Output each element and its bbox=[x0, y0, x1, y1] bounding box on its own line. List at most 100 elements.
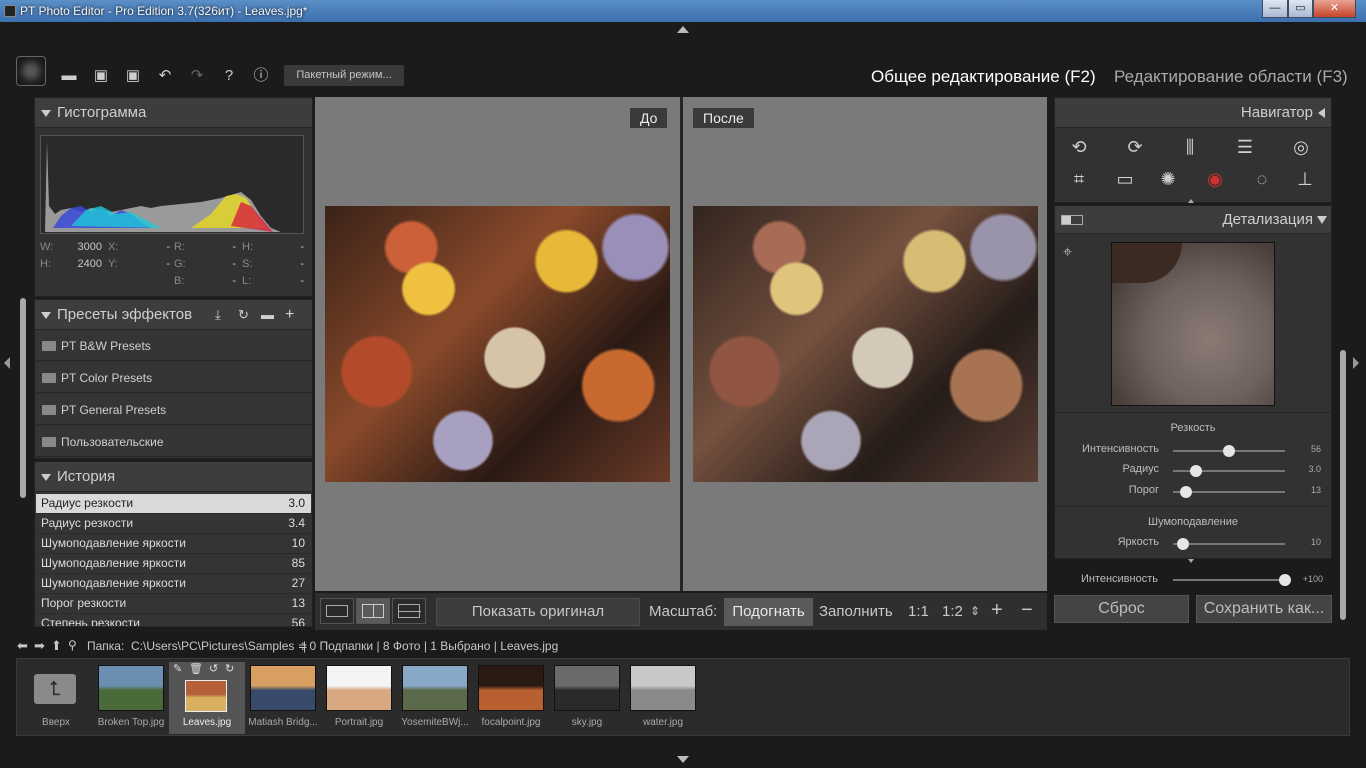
rotate-left-icon[interactable]: ↺ bbox=[209, 662, 218, 675]
flip-vertical-icon[interactable]: ☰ bbox=[1228, 134, 1262, 160]
close-button[interactable]: ✕ bbox=[1313, 0, 1356, 18]
back-arrow-icon[interactable]: ⬅ bbox=[17, 638, 28, 654]
collapse-right-icon[interactable] bbox=[1353, 357, 1359, 369]
slider-track[interactable] bbox=[1173, 538, 1285, 550]
zoom-1-2-button[interactable]: 1:2 bbox=[942, 603, 963, 620]
thumbnail-item[interactable]: Broken Top.jpg bbox=[93, 662, 169, 734]
thumbnail-item[interactable]: sky.jpg bbox=[549, 662, 625, 734]
scroll-up-icon[interactable] bbox=[1188, 199, 1194, 203]
rotate-right-icon[interactable]: ⟳ bbox=[1118, 134, 1152, 160]
slider-knob[interactable] bbox=[1279, 574, 1291, 586]
history-item[interactable]: Шумоподавление яркости 27 bbox=[36, 574, 311, 594]
split-vertical-view-button[interactable] bbox=[356, 598, 390, 624]
navigator-header[interactable]: Навигатор bbox=[1055, 98, 1331, 128]
slider-knob[interactable] bbox=[1180, 486, 1192, 498]
right-scrollbar[interactable] bbox=[1340, 350, 1346, 620]
rotate-right-icon[interactable]: ↻ bbox=[225, 662, 234, 675]
maximize-button[interactable]: ▭ bbox=[1288, 0, 1313, 18]
spiral-icon[interactable]: ◎ bbox=[1284, 134, 1318, 160]
batch-mode-button[interactable]: Пакетный режим... bbox=[284, 65, 404, 86]
zoom-fill-button[interactable]: Заполнить bbox=[819, 603, 893, 620]
history-header[interactable]: История bbox=[35, 462, 312, 492]
slider-knob[interactable] bbox=[1223, 445, 1235, 457]
up-arrow-icon[interactable]: ⬆ bbox=[51, 638, 62, 654]
app-logo[interactable] bbox=[16, 56, 46, 86]
history-item[interactable]: Радиус резкости 3.0 bbox=[36, 494, 311, 514]
folder-path[interactable]: C:\Users\PC\Pictures\Samples ≑ bbox=[131, 639, 308, 653]
zoom-in-icon[interactable]: + bbox=[991, 599, 1003, 622]
detail-header[interactable]: Детализация bbox=[1055, 206, 1331, 234]
aperture-icon[interactable]: ✺ bbox=[1151, 166, 1185, 192]
after-image[interactable] bbox=[693, 206, 1038, 482]
save-icon[interactable]: ▣ bbox=[90, 66, 112, 86]
redo-icon[interactable]: ↷ bbox=[186, 66, 208, 86]
image-canvas[interactable]: До После bbox=[315, 97, 1047, 591]
rotate-left-icon[interactable]: ⟲ bbox=[1062, 134, 1096, 160]
preset-folder-item[interactable]: PT General Presets bbox=[36, 395, 312, 425]
slider-track[interactable] bbox=[1173, 574, 1291, 586]
before-image[interactable] bbox=[325, 206, 670, 482]
undo-icon[interactable]: ↶ bbox=[154, 66, 176, 86]
thumbnail-item[interactable]: water.jpg bbox=[625, 662, 701, 734]
help-icon[interactable]: ? bbox=[218, 66, 240, 86]
info-icon[interactable]: ⓘ bbox=[250, 66, 272, 86]
toggle-switch-icon[interactable] bbox=[1061, 215, 1083, 225]
reset-button[interactable]: Сброс bbox=[1054, 595, 1189, 623]
flip-horizontal-icon[interactable]: ⫼ bbox=[1173, 134, 1207, 160]
delete-icon[interactable]: 🗑 bbox=[189, 662, 203, 675]
thumbnail-item[interactable]: ✎ 🗑 ↺ ↻ Leaves.jpg bbox=[169, 662, 245, 734]
spot-heal-icon[interactable]: ◌ bbox=[1245, 166, 1279, 192]
history-item[interactable]: Шумоподавление яркости 85 bbox=[36, 554, 311, 574]
single-view-button[interactable] bbox=[320, 598, 354, 624]
straighten-icon[interactable]: ▭ bbox=[1108, 166, 1142, 192]
folder-up-item[interactable]: ⮤ Вверх bbox=[18, 662, 94, 734]
history-item[interactable]: Шумоподавление яркости 10 bbox=[36, 534, 311, 554]
save-as-icon[interactable]: ▣ bbox=[122, 66, 144, 86]
zoom-fit-button[interactable]: Подогнать bbox=[724, 598, 813, 626]
collapse-top-icon[interactable] bbox=[677, 26, 689, 33]
save-as-button[interactable]: Сохранить как... bbox=[1196, 595, 1332, 623]
slider-track[interactable] bbox=[1173, 445, 1285, 457]
tab-area-editing[interactable]: Редактирование области (F3) bbox=[1114, 67, 1348, 87]
history-item[interactable]: Степень резкости 56 bbox=[36, 614, 311, 627]
collapse-arrow-icon[interactable] bbox=[1317, 216, 1327, 224]
detail-preview-image[interactable] bbox=[1111, 242, 1275, 406]
collapse-left-icon[interactable] bbox=[4, 357, 10, 369]
import-preset-icon[interactable]: ⤓ bbox=[215, 300, 221, 330]
preset-folder-item[interactable]: PT B&W Presets bbox=[36, 331, 312, 361]
slider-track[interactable] bbox=[1173, 486, 1285, 498]
tab-general-editing[interactable]: Общее редактирование (F2) bbox=[871, 67, 1096, 87]
search-icon[interactable]: ⚲ bbox=[68, 638, 77, 652]
add-preset-icon[interactable]: + bbox=[285, 300, 294, 330]
edit-icon[interactable]: ✎ bbox=[173, 662, 182, 675]
zoom-out-icon[interactable]: − bbox=[1021, 599, 1033, 622]
refresh-icon[interactable]: ↻ bbox=[238, 300, 249, 330]
history-item[interactable]: Порог резкости 13 bbox=[36, 594, 311, 614]
slider-knob[interactable] bbox=[1190, 465, 1202, 477]
open-folder-icon[interactable]: ▬ bbox=[58, 66, 80, 86]
crosshair-icon[interactable]: ⌖ bbox=[1063, 244, 1072, 262]
slider-track[interactable] bbox=[1173, 465, 1285, 477]
collapse-arrow-icon[interactable] bbox=[1318, 108, 1325, 118]
history-item[interactable]: Радиус резкости 3.4 bbox=[36, 514, 311, 534]
thumbnail-item[interactable]: Portrait.jpg bbox=[321, 662, 397, 734]
thumbnail-item[interactable]: focalpoint.jpg bbox=[473, 662, 549, 734]
zoom-stepper-icon[interactable]: ⇕ bbox=[970, 604, 980, 618]
new-folder-icon[interactable]: ▬ bbox=[261, 300, 274, 330]
presets-header[interactable]: Пресеты эффектов ⤓ ↻ ▬ + bbox=[35, 300, 312, 330]
red-eye-icon[interactable]: ◉ bbox=[1198, 166, 1232, 192]
zoom-1-1-button[interactable]: 1:1 bbox=[908, 603, 929, 620]
show-original-button[interactable]: Показать оригинал bbox=[436, 598, 640, 626]
slider-knob[interactable] bbox=[1177, 538, 1189, 550]
split-horizontal-view-button[interactable] bbox=[392, 598, 426, 624]
minimize-button[interactable]: — bbox=[1262, 0, 1288, 18]
thumbnail-item[interactable]: Matiash Bridg... bbox=[245, 662, 321, 734]
scroll-down-icon[interactable] bbox=[1188, 559, 1194, 563]
thumbnail-item[interactable]: YosemiteBWj... bbox=[397, 662, 473, 734]
left-scrollbar[interactable] bbox=[20, 298, 26, 498]
crop-icon[interactable]: ⌗ bbox=[1062, 166, 1096, 192]
forward-arrow-icon[interactable]: ➡ bbox=[34, 638, 45, 654]
preset-folder-item[interactable]: PT Color Presets bbox=[36, 363, 312, 393]
clone-stamp-icon[interactable]: ⊥ bbox=[1288, 166, 1322, 192]
preset-folder-item[interactable]: Пользовательские bbox=[36, 427, 312, 457]
